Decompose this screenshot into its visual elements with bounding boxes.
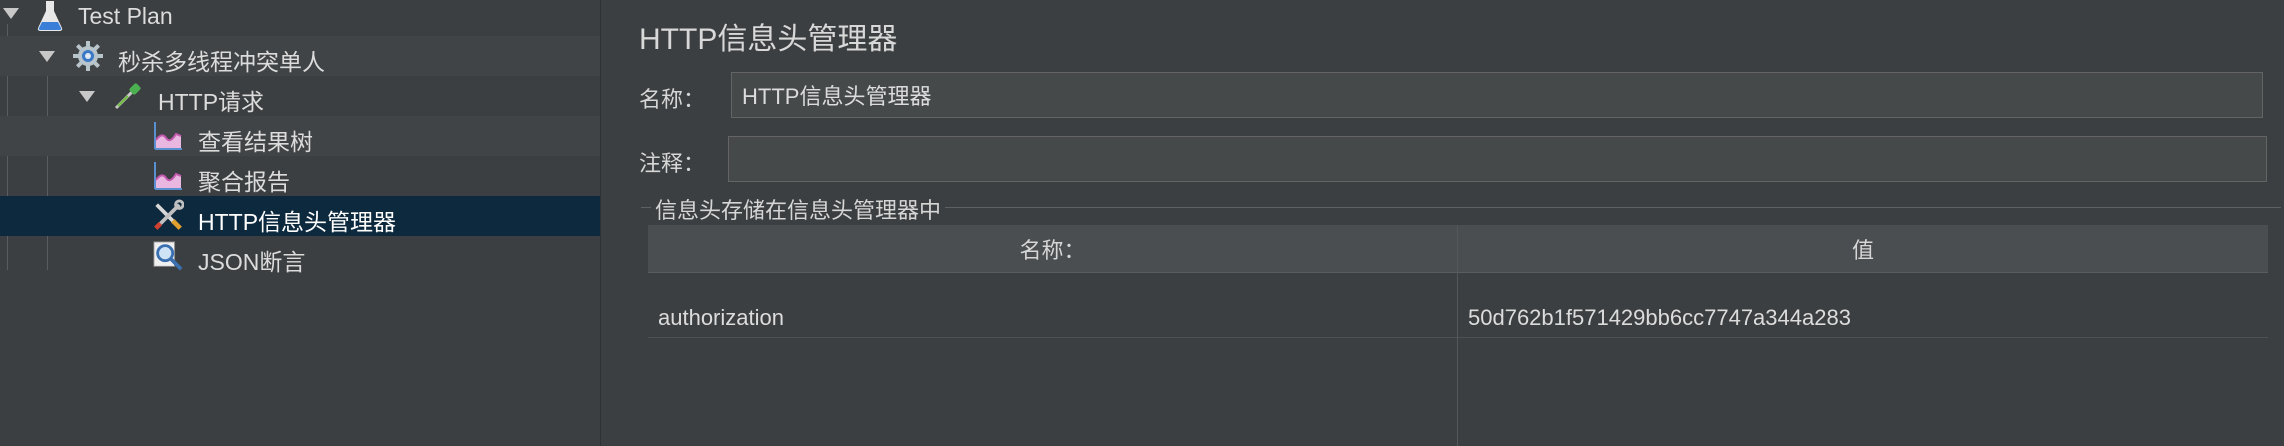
chevron-down-icon[interactable]	[79, 91, 95, 102]
tree-item-view-results-tree[interactable]: 查看结果树	[0, 116, 600, 156]
column-header-name[interactable]: 名称：	[648, 225, 1457, 273]
pipette-icon	[112, 80, 144, 112]
column-header-value[interactable]: 值	[1458, 225, 2268, 273]
tree-item-label: HTTP信息头管理器	[198, 209, 397, 235]
tree-item-label: JSON断言	[198, 249, 306, 275]
tree-item-label: 聚合报告	[198, 169, 290, 195]
gear-icon	[72, 40, 104, 72]
panel-splitter[interactable]	[600, 0, 622, 446]
tree-item-label: 秒杀多线程冲突单人	[118, 49, 325, 75]
wrench-screwdriver-icon	[152, 199, 184, 232]
chevron-down-icon[interactable]	[39, 51, 55, 62]
tree-item-aggregate-report[interactable]: 聚合报告	[0, 156, 600, 196]
name-field[interactable]: HTTP信息头管理器	[731, 72, 2263, 118]
chevron-down-icon[interactable]	[3, 8, 19, 19]
table-cell-value[interactable]: 50d762b1f571429bb6cc7747a344a283	[1458, 298, 2268, 338]
test-plan-tree: Test Plan 秒杀多线程冲突单人 HTTP请求 查看结果树 聚合报告 HT…	[0, 0, 600, 446]
comment-field[interactable]	[728, 136, 2267, 182]
tree-item-label: 查看结果树	[198, 129, 313, 155]
chart-icon	[152, 160, 184, 192]
chart-icon	[152, 120, 184, 152]
tree-item-label: HTTP请求	[158, 89, 265, 115]
name-label: 名称：	[639, 87, 706, 112]
http-header-manager-panel: HTTP信息头管理器 名称： HTTP信息头管理器 注释： 信息头存储在信息头管…	[621, 0, 2284, 446]
magnifier-icon	[152, 240, 184, 272]
headers-table[interactable]: 名称： 值 authorization 50d762b1f571429bb6cc…	[648, 225, 2268, 446]
tree-item-http-header-manager[interactable]: HTTP信息头管理器	[0, 196, 600, 236]
tree-item-test-plan[interactable]: Test Plan	[0, 0, 600, 36]
tree-item-http-request[interactable]: HTTP请求	[0, 76, 600, 116]
section-title: 信息头存储在信息头管理器中	[651, 193, 946, 225]
table-cell-name[interactable]: authorization	[648, 298, 1457, 338]
comment-label: 注释：	[639, 151, 706, 176]
tree-item-label: Test Plan	[78, 3, 173, 29]
tree-item-json-assertion[interactable]: JSON断言	[0, 236, 600, 276]
tree-item-thread-group[interactable]: 秒杀多线程冲突单人	[0, 36, 600, 76]
flask-icon	[34, 0, 66, 32]
page-title: HTTP信息头管理器	[639, 23, 898, 56]
